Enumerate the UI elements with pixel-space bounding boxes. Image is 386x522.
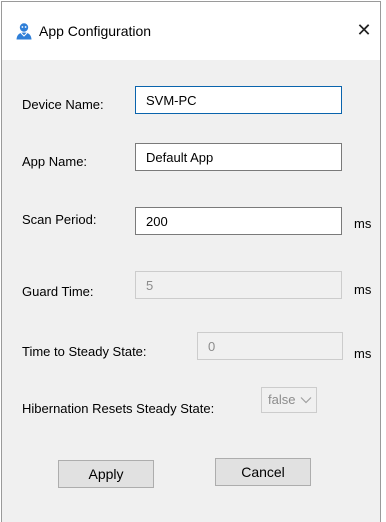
device-name-field[interactable] bbox=[135, 86, 342, 114]
guard-time-label: Guard Time: bbox=[22, 284, 94, 299]
user-icon bbox=[16, 23, 32, 40]
time-to-steady-state-field bbox=[197, 332, 343, 360]
device-name-label: Device Name: bbox=[22, 97, 104, 112]
app-configuration-dialog: App Configuration ✕ Device Name: App Nam… bbox=[1, 1, 381, 522]
close-button[interactable]: ✕ bbox=[354, 19, 374, 41]
time-to-steady-state-label: Time to Steady State: bbox=[22, 344, 147, 359]
apply-button[interactable]: Apply bbox=[58, 460, 154, 488]
hibernation-resets-value: false bbox=[268, 392, 296, 407]
app-name-field[interactable] bbox=[135, 143, 342, 171]
scan-period-label: Scan Period: bbox=[22, 212, 97, 227]
scan-period-field[interactable] bbox=[135, 207, 342, 235]
chevron-down-icon bbox=[300, 397, 312, 404]
cancel-button[interactable]: Cancel bbox=[215, 458, 311, 486]
hibernation-resets-label: Hibernation Resets Steady State: bbox=[22, 401, 215, 416]
guard-time-field bbox=[135, 271, 342, 299]
guard-time-unit: ms bbox=[354, 282, 372, 297]
title-bar[interactable]: App Configuration ✕ bbox=[2, 2, 380, 60]
time-to-steady-state-unit: ms bbox=[354, 346, 372, 361]
app-name-label: App Name: bbox=[22, 154, 88, 169]
hibernation-resets-dropdown: false bbox=[261, 387, 317, 413]
dialog-title: App Configuration bbox=[39, 23, 152, 39]
scan-period-unit: ms bbox=[354, 216, 372, 231]
